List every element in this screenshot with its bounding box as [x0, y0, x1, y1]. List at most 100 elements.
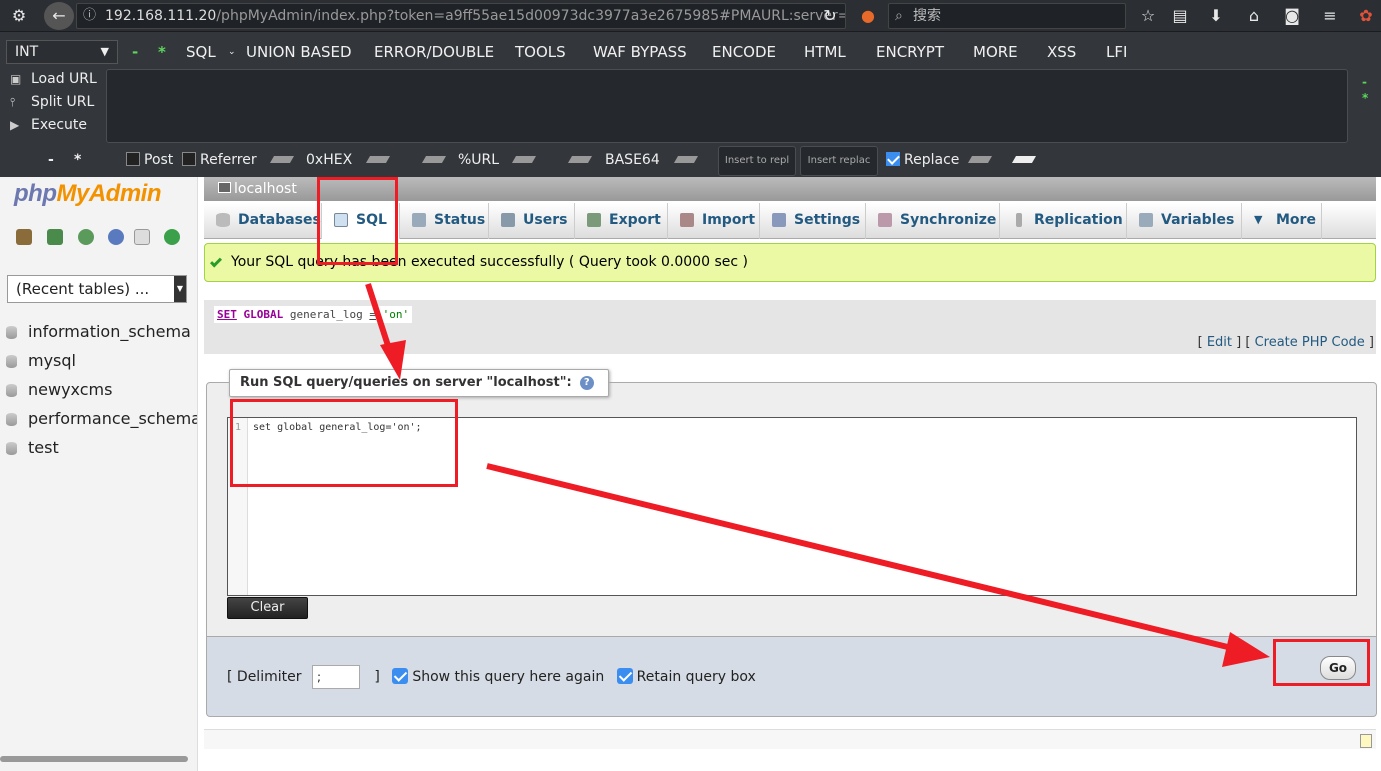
- notepad-icon[interactable]: [1360, 734, 1372, 748]
- menu-error-double[interactable]: ERROR/DOUBLE: [374, 38, 494, 66]
- tab-more[interactable]: ▼ More: [1242, 203, 1322, 239]
- reload-icon[interactable]: ↻: [818, 0, 842, 32]
- tab-status[interactable]: Status: [400, 203, 489, 239]
- green-star-icon-right[interactable]: *: [1362, 84, 1368, 112]
- reload-nav-icon[interactable]: [164, 229, 180, 245]
- execute-button[interactable]: ▶ Execute: [0, 114, 105, 137]
- pocket-icon[interactable]: ◙: [1280, 0, 1304, 32]
- create-php-code-link[interactable]: Create PHP Code: [1255, 335, 1365, 350]
- show-query-label: Show this query here again: [412, 669, 605, 685]
- green-star-icon[interactable]: *: [158, 38, 166, 66]
- run-sql-legend: Run SQL query/queries on server "localho…: [229, 369, 609, 397]
- url-bar[interactable]: ⓘ 192.168.111.20/phpMyAdmin/index.php?to…: [76, 3, 846, 29]
- identity-menu-icon[interactable]: ⚙: [4, 0, 34, 32]
- url-encode-arrow-icon[interactable]: [511, 156, 537, 163]
- tab-synchronize[interactable]: Synchronize: [866, 203, 1000, 239]
- recent-tables-value: (Recent tables) ...: [16, 280, 150, 298]
- phpmyadmin-logo[interactable]: phpMyAdmin: [14, 180, 162, 208]
- show-query-checkbox[interactable]: [392, 668, 409, 684]
- menu-encrypt[interactable]: ENCRYPT: [876, 38, 944, 66]
- int-select[interactable]: INT ▼: [6, 40, 118, 64]
- green-star-icon-bottom[interactable]: *: [74, 144, 81, 177]
- delimiter-input[interactable]: ;: [311, 665, 360, 689]
- menu-icon[interactable]: ≡: [1318, 0, 1342, 32]
- replace-arrow-icon[interactable]: [967, 156, 993, 163]
- db-item-mysql[interactable]: mysql: [0, 347, 197, 375]
- db-item-test[interactable]: test: [0, 434, 197, 462]
- menu-sql[interactable]: SQL: [186, 38, 216, 66]
- sql-keyword-global: GLOBAL: [243, 308, 284, 321]
- menu-html[interactable]: HTML: [804, 38, 846, 66]
- replace-all-arrow-icon[interactable]: [1011, 156, 1037, 163]
- logout-icon[interactable]: [47, 229, 63, 245]
- help-icon[interactable]: ?: [579, 376, 594, 390]
- tab-label: Replication: [1034, 212, 1123, 228]
- referrer-checkbox[interactable]: Referrer: [182, 144, 257, 177]
- edit-link[interactable]: Edit: [1207, 335, 1232, 350]
- tab-export[interactable]: Export: [575, 203, 668, 239]
- menu-waf-bypass[interactable]: WAF BYPASS: [593, 38, 687, 66]
- base64-encode-arrow-icon[interactable]: [673, 156, 699, 163]
- load-url-button[interactable]: ▣ Load URL: [0, 68, 105, 91]
- search-input[interactable]: ⌕ 搜索: [888, 3, 1126, 29]
- replace-checkbox[interactable]: Replace: [886, 144, 959, 177]
- sql-keyword-set[interactable]: SET: [217, 308, 237, 321]
- tab-users[interactable]: Users: [489, 203, 575, 239]
- database-icon: [6, 384, 17, 397]
- retain-query-checkbox[interactable]: [616, 668, 633, 684]
- db-item-newyxcms[interactable]: newyxcms: [0, 376, 197, 404]
- hex-encode-arrow-icon[interactable]: [365, 156, 391, 163]
- hex-decode-arrow-icon[interactable]: [269, 156, 295, 163]
- recent-tables-select[interactable]: (Recent tables) ... ▼: [7, 275, 187, 303]
- query-window-icon[interactable]: [78, 229, 94, 245]
- insert-replacement-input[interactable]: Insert replac: [800, 146, 878, 176]
- tab-import[interactable]: Import: [668, 203, 760, 239]
- clear-button[interactable]: Clear: [227, 597, 308, 619]
- download-icon[interactable]: ⬇: [1204, 0, 1228, 32]
- post-checkbox[interactable]: Post: [126, 144, 173, 177]
- breadcrumb-server[interactable]: localhost: [234, 181, 297, 197]
- tab-databases[interactable]: Databases: [204, 203, 322, 239]
- tab-replication[interactable]: Replication: [1000, 203, 1127, 239]
- back-icon[interactable]: ←: [44, 2, 74, 30]
- db-item-performance-schema[interactable]: performance_schema: [0, 405, 197, 433]
- status-icon: [412, 213, 426, 227]
- split-url-button[interactable]: ⫯ Split URL: [0, 91, 105, 114]
- server-icon: [218, 182, 231, 193]
- home-icon[interactable]: ⌂: [1242, 0, 1266, 32]
- db-item-information-schema[interactable]: information_schema: [0, 318, 197, 346]
- search-icon: ⌕: [895, 8, 903, 24]
- navigation-panel: phpMyAdmin (Recent tables) ... ▼ informat…: [0, 177, 198, 771]
- green-dash-icon[interactable]: -: [132, 38, 138, 66]
- bookmark-star-icon[interactable]: ☆: [1136, 0, 1160, 32]
- tab-label: Synchronize: [900, 212, 997, 228]
- executed-query: SET GLOBAL general_log = 'on': [214, 306, 413, 323]
- menu-lfi[interactable]: LFI: [1106, 38, 1127, 66]
- referrer-label: Referrer: [200, 152, 257, 168]
- hackbar-url-textarea[interactable]: [106, 69, 1348, 143]
- menu-tools[interactable]: TOOLS: [515, 38, 566, 66]
- home-icon[interactable]: [16, 229, 32, 245]
- insert-to-replace-input[interactable]: Insert to repl: [718, 146, 796, 176]
- url-decode-arrow-icon[interactable]: [421, 156, 447, 163]
- tab-settings[interactable]: Settings: [760, 203, 866, 239]
- menu-xss[interactable]: XSS: [1047, 38, 1076, 66]
- base64-decode-arrow-icon[interactable]: [567, 156, 593, 163]
- executed-query-box: SET GLOBAL general_log = 'on' [ Edit ] […: [204, 300, 1376, 354]
- menu-more[interactable]: MORE: [973, 38, 1018, 66]
- logo-admin: Admin: [88, 180, 162, 207]
- extension-icon[interactable]: ●: [856, 0, 880, 32]
- green-dash-icon-bottom[interactable]: -: [48, 144, 54, 177]
- tab-label: Users: [523, 212, 568, 228]
- tab-variables[interactable]: Variables: [1127, 203, 1242, 239]
- sql-docs-icon[interactable]: [134, 229, 150, 245]
- horizontal-scrollbar[interactable]: [0, 756, 188, 762]
- play-icon: ▶: [10, 118, 20, 132]
- addon-icon[interactable]: ✿: [1354, 0, 1378, 32]
- bracket: ]: [1368, 335, 1374, 350]
- menu-encode[interactable]: ENCODE: [712, 38, 776, 66]
- reader-list-icon[interactable]: ▤: [1168, 0, 1192, 32]
- load-icon: ▣: [10, 72, 22, 86]
- docs-icon[interactable]: [108, 229, 124, 245]
- menu-union-based[interactable]: UNION BASED: [246, 38, 352, 66]
